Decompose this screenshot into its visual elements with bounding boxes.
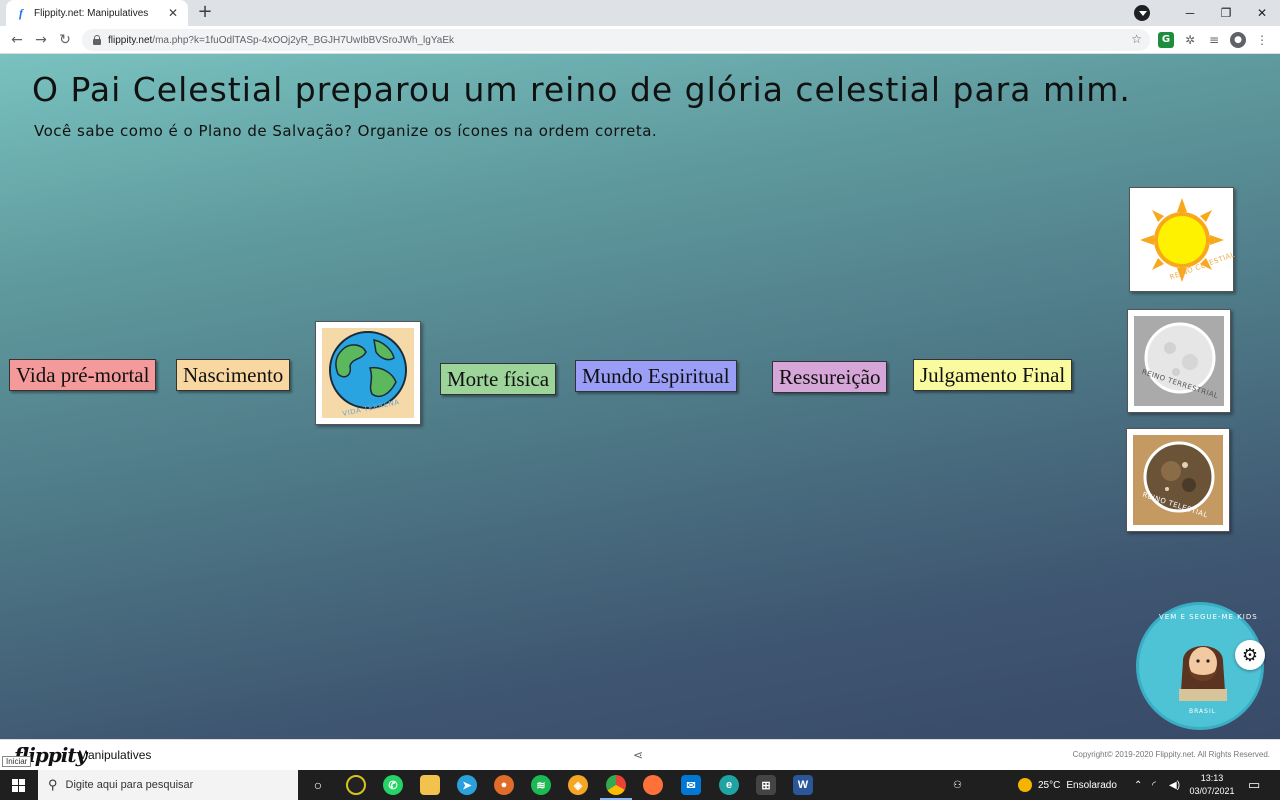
windows-start-button[interactable] (0, 770, 36, 800)
app-circle-icon[interactable] (346, 775, 366, 795)
bookmark-star-icon[interactable]: ☆ (1131, 32, 1142, 46)
logo-ring-text: VEM E SEGUE-ME KIDS (1159, 613, 1258, 621)
card-ressureicao[interactable]: Ressureição (772, 361, 888, 393)
mail-icon[interactable]: ✉ (681, 775, 701, 795)
media-control-icon[interactable] (1134, 5, 1150, 21)
window-controls: ─ ❐ ✕ (1134, 0, 1280, 26)
minimize-button[interactable]: ─ (1172, 0, 1208, 26)
tray-chevron-up-icon[interactable]: ⌃ (1134, 770, 1142, 800)
windows-logo-icon (11, 778, 25, 792)
card-reino-celestial[interactable]: REINO CELESTIAL (1129, 187, 1236, 292)
notifications-icon[interactable]: ▭ (1248, 770, 1260, 800)
clock-date: 03/07/2021 (1189, 786, 1235, 796)
taskbar-clock[interactable]: 13:13 03/07/2021 (1186, 772, 1238, 798)
windows-taskbar: ⚲ Digite aqui para pesquisar ○ ✆ ➤ ● ≋ ◈… (0, 770, 1280, 800)
lock-icon (92, 35, 102, 45)
reading-list-icon[interactable]: ≡ (1206, 32, 1222, 48)
start-tooltip: Iniciar (2, 756, 32, 767)
browser-tab-bar: f Flippity.net: Manipulatives ✕ + ─ ❐ ✕ (0, 0, 1280, 26)
manipulatives-board: O Pai Celestial preparou um reino de gló… (0, 54, 1280, 739)
card-vida-pre-mortal[interactable]: Vida pré-mortal (9, 359, 157, 391)
search-icon: ⚲ (48, 777, 58, 792)
clock-time: 13:13 (1200, 773, 1224, 783)
url-host: flippity.net (108, 34, 153, 46)
settings-gear-icon[interactable]: ⚙ (1235, 640, 1265, 670)
browser-toolbar: ← → ↻ flippity.net/ma.php?k=1fuOdlTASp-4… (0, 26, 1280, 54)
address-bar[interactable]: flippity.net/ma.php?k=1fuOdlTASp-4xOOj2y… (82, 29, 1150, 51)
browser-tab[interactable]: f Flippity.net: Manipulatives ✕ (6, 0, 188, 26)
page-title: O Pai Celestial preparou um reino de gló… (32, 70, 1131, 109)
jesus-avatar-icon (1179, 646, 1227, 701)
chrome-icon[interactable] (600, 775, 632, 800)
taskbar-search-input[interactable]: ⚲ Digite aqui para pesquisar (38, 770, 298, 800)
flippity-favicon-icon: f (19, 5, 23, 20)
card-julgamento-final[interactable]: Julgamento Final (913, 359, 1073, 391)
store-icon[interactable]: ⊞ (756, 775, 776, 795)
star-image (1133, 435, 1223, 525)
share-icon[interactable]: ⋖ (633, 748, 643, 762)
back-arrow-icon[interactable]: ← (8, 31, 26, 49)
copyright-text: Copyright© 2019-2020 Flippity.net. All R… (1072, 750, 1270, 759)
maximize-button[interactable]: ❐ (1208, 0, 1244, 26)
card-morte-fisica[interactable]: Morte física (440, 363, 557, 395)
card-nascimento[interactable]: Nascimento (176, 359, 291, 391)
people-icon[interactable]: ⚇ (953, 770, 962, 800)
wifi-icon[interactable]: ◜ (1152, 770, 1156, 800)
weather-widget[interactable]: 25°C Ensolarado (1018, 770, 1117, 800)
cortana-icon[interactable]: ○ (308, 775, 328, 795)
flippity-footer: flippity Iniciar Manipulatives ⋖ Copyrig… (0, 739, 1280, 770)
card-reino-telestial[interactable]: REINO TELESTIAL (1126, 428, 1230, 532)
telegram-icon[interactable]: ➤ (457, 775, 477, 795)
edge-icon[interactable]: e (719, 775, 739, 795)
card-vida-terrena[interactable]: VIDA TERRENA (315, 321, 421, 425)
green-extension-icon[interactable]: G (1158, 32, 1174, 48)
puzzle-extensions-icon[interactable]: ✲ (1182, 32, 1198, 48)
url-path: /ma.php?k=1fuOdlTASp-4xOOj2yR_BGJH7UwIbB… (152, 34, 454, 46)
taskbar-search-placeholder: Digite aqui para pesquisar (65, 779, 194, 791)
card-reino-terrestrial[interactable]: REINO TERRESTRIAL (1127, 309, 1231, 413)
telestial-icon (1143, 441, 1215, 513)
podcast-icon[interactable]: ● (494, 775, 514, 795)
weather-condition: Ensolarado (1066, 779, 1117, 791)
tab-close-icon[interactable]: ✕ (166, 6, 180, 20)
logo-bottom-text: BRASIL (1189, 708, 1217, 715)
tab-title: Flippity.net: Manipulatives (34, 7, 149, 19)
reload-icon[interactable]: ↻ (56, 31, 74, 49)
firefox-icon[interactable] (643, 775, 663, 795)
sun-weather-icon (1018, 778, 1032, 792)
whatsapp-icon[interactable]: ✆ (383, 775, 403, 795)
app-name: Manipulatives (78, 748, 152, 762)
profile-avatar-icon[interactable]: ● (1230, 32, 1246, 48)
new-tab-button[interactable]: + (195, 3, 215, 23)
spotify-icon[interactable]: ≋ (531, 775, 551, 795)
volume-icon[interactable]: ◀) (1169, 770, 1180, 800)
close-window-button[interactable]: ✕ (1244, 0, 1280, 26)
kebab-menu-icon[interactable]: ⋮ (1254, 32, 1270, 48)
card-mundo-espiritual[interactable]: Mundo Espiritual (575, 360, 737, 392)
word-icon[interactable]: W (793, 775, 813, 795)
shield-app-icon[interactable]: ◈ (568, 775, 588, 795)
forward-arrow-icon[interactable]: → (32, 31, 50, 49)
weather-temperature: 25°C (1038, 779, 1061, 791)
file-explorer-icon[interactable] (420, 775, 440, 795)
page-subtitle: Você sabe como é o Plano de Salvação? Or… (34, 122, 658, 140)
